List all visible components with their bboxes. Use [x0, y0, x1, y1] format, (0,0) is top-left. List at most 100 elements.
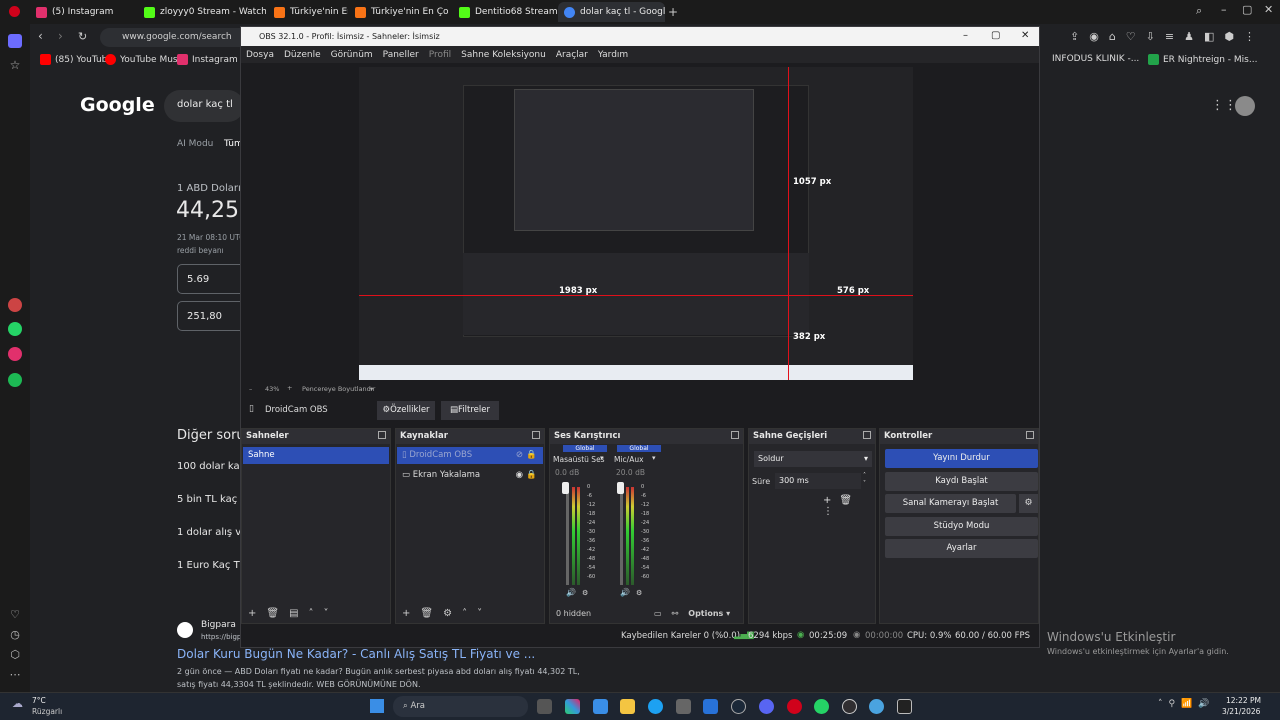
windows-start-icon[interactable]	[370, 699, 384, 713]
layout-icon[interactable]: ▭	[654, 609, 662, 618]
bookmark-infodus[interactable]: INFODUS KLINIK -...	[1052, 54, 1139, 64]
related-q3[interactable]: 1 dolar alış ve	[177, 527, 247, 538]
heart-icon[interactable]: ♡	[8, 608, 22, 622]
trash-icon[interactable]: 🗑	[266, 608, 279, 619]
zoom-in-icon[interactable]: +	[287, 384, 292, 392]
tab-shop-1[interactable]: Türkiye'nin En Çok Tavsiye	[268, 2, 348, 22]
search-tabs-icon[interactable]: ⌕	[1196, 4, 1202, 18]
star-icon[interactable]: ☆	[8, 58, 22, 72]
store-icon[interactable]	[593, 699, 608, 714]
tab-ai-mode[interactable]: AI Modu	[177, 139, 213, 149]
epic-icon[interactable]	[897, 699, 912, 714]
undock-icon[interactable]	[532, 431, 540, 439]
cube-icon[interactable]: ⬡	[8, 648, 22, 662]
settings-button[interactable]: Ayarlar	[885, 539, 1038, 558]
eye-icon[interactable]: ◉	[516, 470, 523, 480]
edge-icon[interactable]	[648, 699, 663, 714]
opera-logo-icon[interactable]	[9, 6, 20, 17]
obs-close-icon[interactable]: ✕	[1021, 30, 1029, 41]
up-icon[interactable]: ˄	[462, 608, 467, 619]
discord-icon[interactable]	[759, 699, 774, 714]
whatsapp-icon[interactable]	[8, 322, 22, 336]
chevron-down-icon[interactable]: ▾	[370, 385, 373, 393]
ch1-speaker-icon[interactable]: 🔊	[566, 588, 576, 597]
add-icon[interactable]: +	[823, 495, 839, 506]
spotify-icon[interactable]	[8, 373, 22, 387]
hidden-eye-icon[interactable]: ⊘	[516, 450, 523, 460]
trash-icon[interactable]: 🗑	[839, 495, 860, 506]
ch1-settings-icon[interactable]: ⚙	[582, 589, 588, 597]
hidden-count[interactable]: 0 hidden	[556, 609, 644, 618]
up-icon[interactable]: ˄	[309, 608, 314, 619]
fit-to-window[interactable]: Pencereye Boyutlandır	[302, 385, 375, 393]
settings-icon[interactable]	[869, 699, 884, 714]
instagram-icon[interactable]	[8, 347, 22, 361]
bookmark-instagram[interactable]: Instagram	[177, 54, 238, 65]
ch2-fader-knob[interactable]	[617, 482, 624, 494]
apps-icon[interactable]: ⋮⋮	[1211, 98, 1237, 113]
filter-icon[interactable]: ▤	[289, 608, 298, 619]
related-q1[interactable]: 100 dolar kaç	[177, 461, 245, 472]
menu-scene-collection[interactable]: Sahne Koleksiyonu	[456, 50, 551, 60]
clock-date[interactable]: 3/21/2026	[1222, 707, 1260, 716]
options-button[interactable]: Options ▾	[688, 609, 730, 618]
obs-preview[interactable]: 1057 px 1983 px 576 px 382 px	[241, 63, 1039, 384]
apps-icon[interactable]	[676, 699, 691, 714]
weather-icon[interactable]: ☁	[12, 697, 23, 710]
undock-icon[interactable]	[1026, 431, 1034, 439]
scene-item[interactable]: Sahne	[243, 447, 389, 464]
ch2-name[interactable]: Mic/Aux	[614, 455, 644, 464]
menu-file[interactable]: Dosya	[241, 50, 279, 60]
menu-edit[interactable]: Düzenle	[279, 50, 326, 60]
ch2-fader[interactable]	[620, 487, 623, 585]
gear-icon[interactable]: ⚙	[443, 608, 452, 619]
stop-streaming-button[interactable]: Yayını Durdur	[885, 449, 1038, 468]
filters-button[interactable]: ▤Filtreler	[441, 401, 499, 420]
add-icon[interactable]: +	[248, 608, 256, 619]
duration-input[interactable]: 300 ms	[775, 473, 861, 489]
home-icon[interactable]	[8, 34, 22, 48]
menu-view[interactable]: Görünüm	[326, 50, 378, 60]
reload-icon[interactable]: ↻	[78, 30, 87, 43]
tab-kick-1[interactable]: zloyyy0 Stream - Watch Li	[138, 2, 266, 22]
studio-mode-button[interactable]: Stüdyo Modu	[885, 517, 1038, 536]
steam-icon[interactable]	[731, 699, 746, 714]
obs-maximize-icon[interactable]: ▢	[991, 30, 1000, 41]
source-item-droidcam[interactable]: ▯ DroidCam OBS ⊘ 🔒	[397, 447, 543, 464]
aria-icon[interactable]	[8, 298, 22, 312]
more-icon[interactable]: ⋯	[8, 668, 22, 682]
google-logo[interactable]: Google	[80, 94, 155, 116]
tab-kick-2[interactable]: Dentitio68 Stream - Watc	[453, 2, 557, 22]
down-icon[interactable]: ˅	[477, 608, 482, 619]
clock-time[interactable]: 12:22 PM	[1226, 696, 1261, 705]
avatar[interactable]	[1235, 96, 1255, 116]
menu-tools[interactable]: Araçlar	[551, 50, 593, 60]
add-icon[interactable]: +	[402, 608, 410, 619]
opera-icon[interactable]	[787, 699, 802, 714]
obs-minimize-icon[interactable]: –	[963, 30, 968, 41]
duration-stepper[interactable]: ˄ ˅	[863, 472, 866, 488]
menu-profile[interactable]: Profil	[424, 50, 456, 60]
whatsapp-icon[interactable]	[814, 699, 829, 714]
virtual-camera-settings-icon[interactable]: ⚙	[1019, 494, 1038, 513]
mail-icon[interactable]	[703, 699, 718, 714]
undock-icon[interactable]	[731, 431, 739, 439]
tab-shop-2[interactable]: Türkiye'nin En Çok Tavsiye	[349, 2, 449, 22]
related-q2[interactable]: 5 bin TL kaç d	[177, 494, 247, 505]
disclaimer[interactable]: reddi beyanı	[177, 246, 224, 255]
down-icon[interactable]: ˅	[324, 608, 329, 619]
minimize-icon[interactable]: –	[1221, 3, 1227, 16]
menu-docks[interactable]: Paneller	[378, 50, 424, 60]
search-input[interactable]: dolar kaç tl	[164, 90, 244, 122]
explorer-icon[interactable]	[620, 699, 635, 714]
zoom-out-icon[interactable]: –	[249, 385, 252, 393]
bookmark-er[interactable]: ER Nightreign - Mis...	[1148, 54, 1257, 65]
start-recording-button[interactable]: Kaydı Başlat	[885, 472, 1038, 491]
close-icon[interactable]: ✕	[1264, 3, 1273, 16]
trash-icon[interactable]: 🗑	[420, 608, 433, 619]
chevron-down-icon[interactable]: ▾	[652, 454, 656, 462]
taskview-icon[interactable]	[537, 699, 552, 714]
chevron-down-icon[interactable]: ▾	[600, 454, 604, 462]
link-icon[interactable]: ⚯	[672, 609, 679, 618]
ch2-settings-icon[interactable]: ⚙	[636, 589, 642, 597]
